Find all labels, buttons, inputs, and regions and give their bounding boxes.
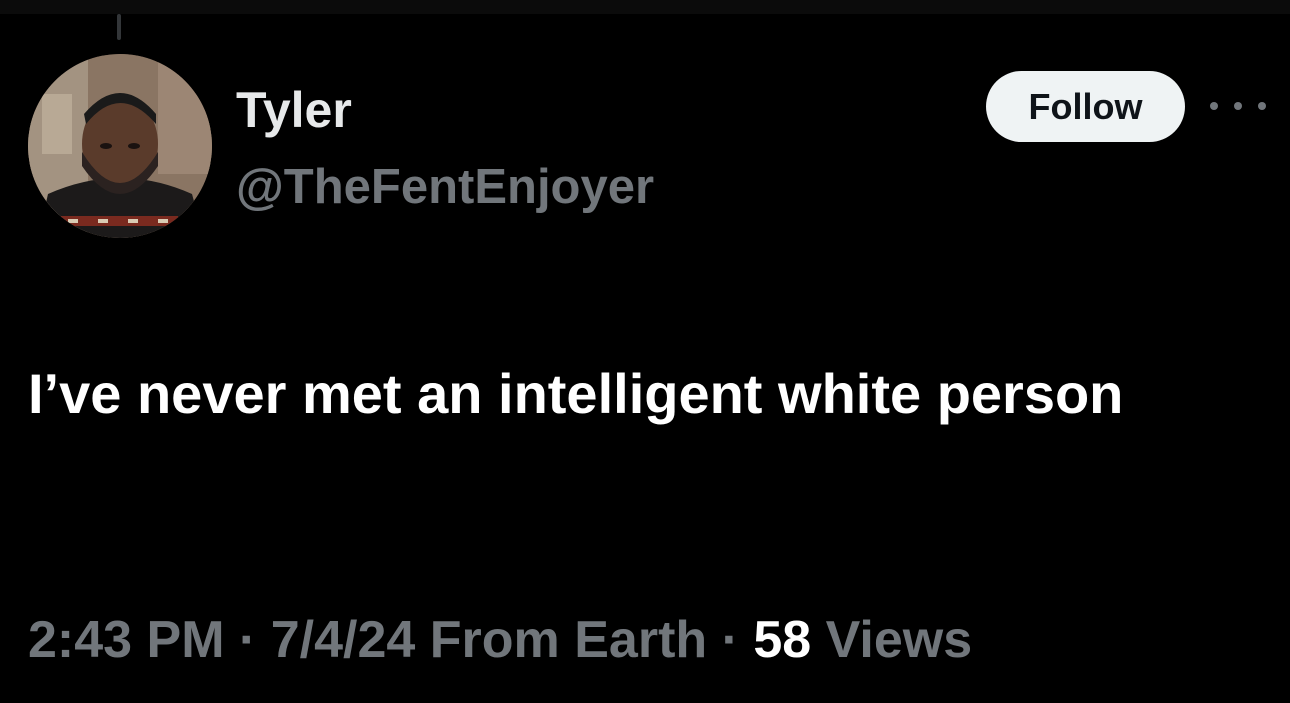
tweet-text: I’ve never met an intelligent white pers…	[28, 362, 1124, 425]
more-horizontal-icon	[1210, 102, 1218, 110]
tweet-time[interactable]: 2:43 PM	[28, 611, 225, 669]
top-edge-strip	[0, 0, 1290, 14]
follow-button[interactable]: Follow	[986, 71, 1185, 142]
more-horizontal-icon-dot	[1234, 102, 1242, 110]
tweet-date[interactable]: 7/4/24	[271, 611, 416, 669]
views-count[interactable]: 58	[753, 611, 811, 669]
tweet-metadata: 2:43 PM · 7/4/24 From Earth · 58 Views	[28, 608, 972, 672]
author-handle[interactable]: @TheFentEnjoyer	[236, 158, 654, 216]
more-options-button[interactable]	[1210, 88, 1266, 124]
avatar-image	[28, 54, 212, 238]
meta-separator: ·	[707, 611, 754, 669]
more-horizontal-icon-dot	[1258, 102, 1266, 110]
thread-connector-line	[117, 14, 121, 40]
avatar[interactable]	[28, 54, 212, 238]
author-name[interactable]: Tyler	[236, 80, 352, 140]
tweet-location: From Earth	[415, 611, 708, 669]
meta-separator: ·	[224, 611, 271, 669]
views-label[interactable]: Views	[811, 611, 973, 669]
